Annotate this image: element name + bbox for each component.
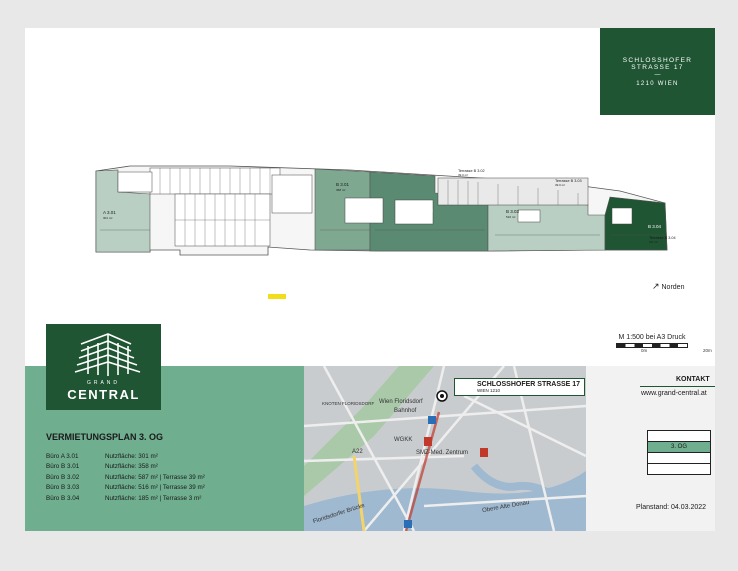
north-arrow-icon: ↗ <box>652 281 660 291</box>
logo-central: CENTRAL <box>67 387 140 402</box>
stair-marker <box>268 294 286 299</box>
rental-list: Büro A 3.01 Nutzfläche: 301 m² Büro B 3.0… <box>46 451 205 504</box>
contact-heading: KONTAKT <box>676 376 710 383</box>
label-a301: A 3.01 <box>103 210 116 215</box>
location-map[interactable]: SCHLOSSHOFER STRASSE 17 WIEN 1210 Wien F… <box>304 366 586 531</box>
scale-end: 20m <box>703 348 712 353</box>
list-item: Büro B 3.01 Nutzfläche: 358 m² <box>46 463 158 471</box>
address-dash: — <box>654 71 661 78</box>
scale-start: 0m <box>641 348 648 353</box>
floor-row <box>647 430 711 442</box>
svg-text:301 m²: 301 m² <box>103 216 112 220</box>
map-address-sub: WIEN 1210 <box>477 388 501 393</box>
map-place: Bahnhof <box>394 408 417 414</box>
scale-text: M 1:500 bei A3 Druck <box>618 334 686 341</box>
list-item: Büro B 3.03 Nutzfläche: 516 m² | Terrasse… <box>46 484 205 492</box>
svg-text:B 3.04: B 3.04 <box>648 224 662 229</box>
floor-row <box>647 464 711 475</box>
svg-text:39.0 m²: 39.0 m² <box>458 173 468 177</box>
map-place: KNOTEN FLORIDSDORF <box>322 401 375 406</box>
map-address-title: SCHLOSSHOFER STRASSE 17 <box>477 381 581 388</box>
list-item: Büro B 3.02 Nutzfläche: 587 m² | Terrasse… <box>46 473 205 481</box>
address-line1: SCHLOSSHOFER <box>622 56 693 64</box>
address-title-box: SCHLOSSHOFER STRASSE 17 — 1210 WIEN <box>600 28 715 115</box>
logo-grand: GRAND <box>86 380 121 386</box>
svg-text:B 3.03: B 3.03 <box>506 209 520 214</box>
svg-text:39.0 m²: 39.0 m² <box>555 183 565 187</box>
contact-divider <box>640 386 715 387</box>
website-link[interactable]: www.grand-central.at <box>641 390 707 397</box>
grand-central-logo: GRAND CENTRAL <box>46 324 161 410</box>
building-logo-icon <box>74 333 141 376</box>
svg-text:358 m²: 358 m² <box>336 188 345 192</box>
floor-row <box>647 453 711 464</box>
floor-row-current: 3. OG <box>647 442 711 453</box>
north-label: Norden <box>661 284 685 291</box>
map-place: A22 <box>352 449 363 455</box>
list-item: Büro A 3.01 Nutzfläche: 301 m² <box>46 452 158 460</box>
svg-text:516 m²: 516 m² <box>506 215 515 219</box>
north-indicator: ↗ Norden <box>652 281 684 292</box>
rental-plan-title: VERMIETUNGSPLAN 3. OG <box>46 432 164 442</box>
svg-text:B 3.01: B 3.01 <box>336 182 350 187</box>
list-item: Büro B 3.04 Nutzfläche: 185 m² | Terrasse… <box>46 494 202 502</box>
plan-date: Planstand: 04.03.2022 <box>636 504 707 511</box>
svg-text:B 3.02: B 3.02 <box>420 208 434 213</box>
map-place: Wien Floridsdorf <box>379 399 423 405</box>
map-address-label: SCHLOSSHOFER STRASSE 17 WIEN 1210 <box>454 378 586 396</box>
address-line3: 1210 WIEN <box>636 80 679 87</box>
map-place: WGKK <box>394 437 413 443</box>
scale-bar <box>616 343 688 348</box>
address-line2: STRASSE 17 <box>631 63 684 71</box>
floor-indicator: 3. OG <box>647 430 711 475</box>
map-place: SMZ-Med. Zentrum <box>416 450 469 456</box>
svg-text:3.0 m²: 3.0 m² <box>649 240 658 244</box>
